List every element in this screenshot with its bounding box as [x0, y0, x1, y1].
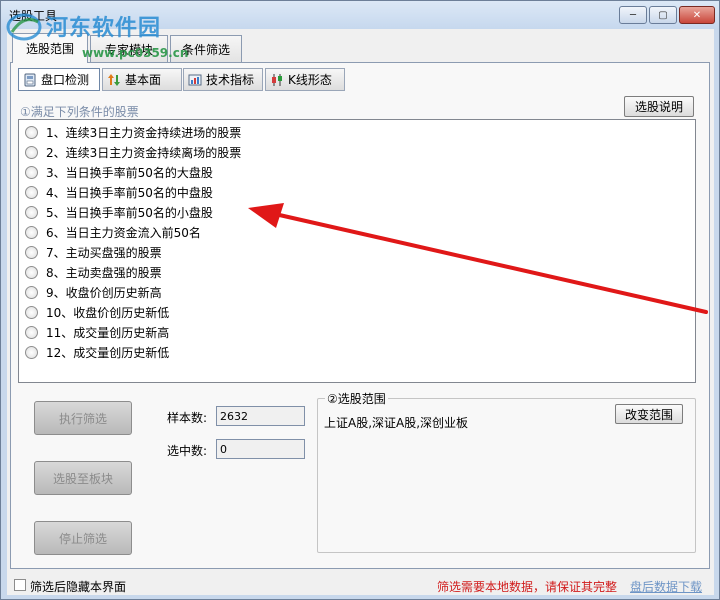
radio-button[interactable] [25, 345, 38, 359]
list-item[interactable]: 10、收盘价创历史新低 [25, 303, 169, 321]
subtab-market-check[interactable]: 盘口检测 [18, 68, 100, 91]
radio-button[interactable] [25, 185, 38, 199]
subtab-technical-indicators[interactable]: 技术指标 [183, 68, 263, 91]
stop-filter-button[interactable]: 停止筛选 [34, 521, 132, 555]
radio-button[interactable] [25, 245, 38, 259]
subtab-technical-indicators-label: 技术指标 [206, 73, 255, 87]
sample-count-field[interactable] [216, 406, 305, 426]
list-item[interactable]: 6、当日主力资金流入前50名 [25, 223, 201, 241]
explain-button[interactable]: 选股说明 [624, 96, 694, 117]
range-value: 上证A股,深证A股,深创业板 [324, 416, 469, 430]
range-legend: ②选股范围 [325, 390, 388, 407]
list-item[interactable]: 3、当日换手率前50名的大盘股 [25, 163, 213, 181]
list-item-label: 9、收盘价创历史新高 [46, 285, 162, 300]
list-item-label: 2、连续3日主力资金持续离场的股票 [46, 145, 242, 160]
list-item[interactable]: 11、成交量创历史新高 [25, 323, 169, 341]
hide-window-label: 筛选后隐藏本界面 [30, 580, 127, 594]
list-item-label: 4、当日换手率前50名的中盘股 [46, 185, 213, 200]
list-item[interactable]: 4、当日换手率前50名的中盘股 [25, 183, 213, 201]
download-data-link[interactable]: 盘后数据下载 [630, 578, 702, 595]
watermark-logo-icon [6, 13, 42, 41]
subtab-candlestick-patterns[interactable]: K线形态 [265, 68, 345, 91]
close-button[interactable]: ✕ [679, 6, 715, 24]
list-item-label: 8、主动卖盘强的股票 [46, 265, 162, 280]
conditions-list: 1、连续3日主力资金持续进场的股票 2、连续3日主力资金持续离场的股票 3、当日… [18, 119, 696, 383]
list-item-label: 10、收盘价创历史新低 [46, 305, 170, 320]
execute-filter-button[interactable]: 执行筛选 [34, 401, 132, 435]
conditions-heading: ①满足下列条件的股票 [20, 105, 139, 119]
indicator-icon [188, 73, 202, 87]
list-item[interactable]: 1、连续3日主力资金持续进场的股票 [25, 123, 241, 141]
watermark-site-name: 河东软件园 [46, 15, 162, 41]
maximize-button[interactable]: ▢ [649, 6, 677, 24]
list-item[interactable]: 8、主动卖盘强的股票 [25, 263, 162, 281]
list-item-label: 11、成交量创历史新高 [46, 325, 170, 340]
radio-button[interactable] [25, 145, 38, 159]
list-item-label: 7、主动买盘强的股票 [46, 245, 162, 260]
subtab-market-check-label: 盘口检测 [41, 73, 90, 87]
list-item[interactable]: 9、收盘价创历史新高 [25, 283, 162, 301]
updown-arrows-icon [107, 73, 121, 87]
subtab-fundamentals[interactable]: 基本面 [102, 68, 182, 91]
subtab-candlestick-patterns-label: K线形态 [288, 73, 332, 87]
list-item[interactable]: 12、成交量创历史新低 [25, 343, 169, 361]
radio-button[interactable] [25, 205, 38, 219]
list-item-label: 6、当日主力资金流入前50名 [46, 225, 201, 240]
list-item[interactable]: 2、连续3日主力资金持续离场的股票 [25, 143, 241, 161]
radio-button[interactable] [25, 305, 38, 319]
list-item[interactable]: 5、当日换手率前50名的小盘股 [25, 203, 213, 221]
list-item-label: 1、连续3日主力资金持续进场的股票 [46, 125, 242, 140]
selected-count-field[interactable] [216, 439, 305, 459]
list-item-label: 5、当日换手率前50名的小盘股 [46, 205, 213, 220]
radio-button[interactable] [25, 325, 38, 339]
watermark-url: www.pc0359.cn [82, 46, 189, 60]
radio-button[interactable] [25, 125, 38, 139]
list-item-label: 12、成交量创历史新低 [46, 345, 170, 360]
hide-window-checkbox[interactable] [14, 579, 26, 591]
candlestick-icon [270, 73, 284, 87]
subtab-fundamentals-label: 基本面 [125, 73, 162, 87]
minimize-button[interactable]: ─ [619, 6, 647, 24]
radio-button[interactable] [25, 265, 38, 279]
radio-button[interactable] [25, 225, 38, 239]
add-to-block-button[interactable]: 选股至板块 [34, 461, 132, 495]
radio-button[interactable] [25, 165, 38, 179]
local-data-warning: 筛选需要本地数据，请保证其完整 [437, 580, 618, 594]
radio-button[interactable] [25, 285, 38, 299]
change-range-button[interactable]: 改变范围 [615, 404, 683, 424]
list-item-label: 3、当日换手率前50名的大盘股 [46, 165, 213, 180]
sample-count-label: 样本数: [167, 411, 208, 425]
list-item[interactable]: 7、主动买盘强的股票 [25, 243, 162, 261]
selected-count-label: 选中数: [167, 444, 208, 458]
disk-icon [23, 73, 37, 87]
